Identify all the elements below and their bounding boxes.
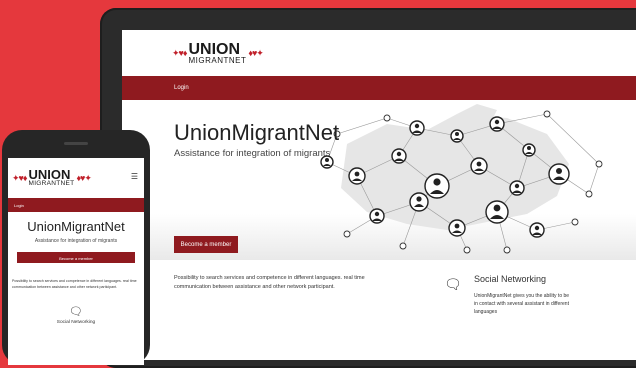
- chat-bubble-icon: 🗨: [69, 305, 83, 318]
- mobile-social-networking-title: Social Networking: [56, 319, 96, 325]
- logo-text-migrantnet: MIGRANTNET: [28, 180, 75, 188]
- hamburger-menu-icon[interactable]: ☰: [131, 172, 138, 181]
- site-logo[interactable]: ✦♥♦ UNION MIGRANTNET ♦♥✦: [172, 41, 264, 66]
- logo-text-union: UNION: [188, 41, 241, 58]
- mobile-hero-title: UnionMigrantNet: [27, 219, 125, 234]
- mobile-header: ✦♥♦ UNION MIGRANTNET ♦♥✦ ☰: [8, 158, 144, 198]
- tablet-screen: ✦♥♦ UNION MIGRANTNET ♦♥✦ Login UnionMigr…: [122, 30, 636, 360]
- info-section: Possibility to search services and compe…: [122, 260, 636, 360]
- tablet-device: ✦♥♦ UNION MIGRANTNET ♦♥✦ Login UnionMigr…: [100, 8, 636, 368]
- mobile-site-logo[interactable]: ✦♥♦ UNION MIGRANTNET ♦♥✦: [12, 168, 92, 188]
- login-link[interactable]: Login: [174, 85, 189, 91]
- mobile-login-link[interactable]: Login: [14, 203, 24, 208]
- logo-wordmark: UNION MIGRANTNET: [28, 168, 75, 188]
- become-member-button[interactable]: Become a member: [174, 236, 238, 253]
- phone-speaker: [64, 142, 88, 145]
- phone-device: ✦♥♦ UNION MIGRANTNET ♦♥✦ ☰ Login UnionMi…: [2, 130, 150, 365]
- hero-subtitle: Assistance for integration of migrants: [174, 148, 331, 159]
- europe-network-illustration: [320, 104, 603, 254]
- hero-section: UnionMigrantNet Assistance for integrati…: [122, 100, 636, 260]
- service-description: Possibility to search services and compe…: [174, 275, 365, 290]
- logo-burst-left-icon: ✦♥♦: [12, 172, 28, 183]
- mobile-nav-bar: Login: [8, 198, 144, 212]
- logo-text-migrantnet: MIGRANTNET: [188, 56, 247, 66]
- nav-bar: Login: [122, 76, 636, 100]
- logo-burst-right-icon: ♦♥✦: [76, 172, 92, 183]
- social-networking-description: UnionMigrantNet gives you the ability to…: [474, 293, 570, 315]
- mobile-hero-subtitle: Assistance for integration of migrants: [34, 238, 118, 244]
- site-header: ✦♥♦ UNION MIGRANTNET ♦♥✦: [122, 30, 636, 76]
- logo-wordmark: UNION MIGRANTNET: [188, 41, 247, 66]
- social-networking-title: Social Networking: [474, 274, 547, 284]
- hero-title: UnionMigrantNet: [174, 120, 340, 145]
- phone-screen: ✦♥♦ UNION MIGRANTNET ♦♥✦ ☰ Login UnionMi…: [8, 158, 144, 365]
- logo-burst-left-icon: ✦♥♦: [172, 47, 188, 58]
- logo-burst-right-icon: ♦♥✦: [248, 47, 264, 58]
- chat-bubble-icon: 🗨: [444, 276, 462, 292]
- mobile-service-description: Possibility to search services and compe…: [12, 279, 137, 289]
- mobile-become-member-button[interactable]: Become a member: [17, 252, 135, 263]
